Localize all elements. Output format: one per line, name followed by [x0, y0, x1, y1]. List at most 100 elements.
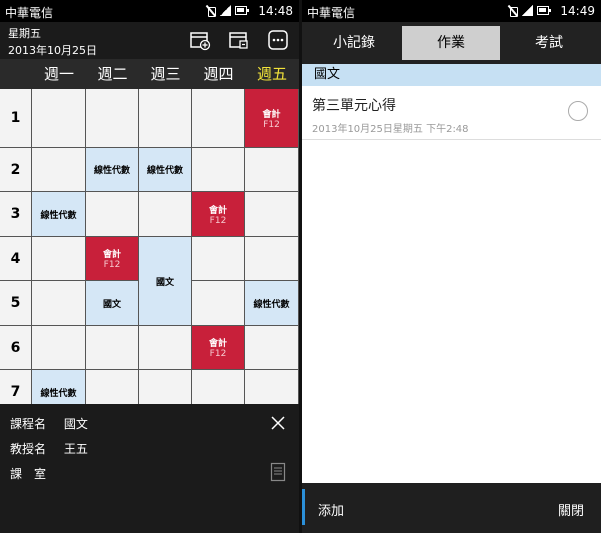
timetable-corner [0, 59, 32, 89]
signal-icon [220, 5, 231, 16]
timetable-empty-cell[interactable] [245, 237, 299, 281]
course-event[interactable]: 會計 F12 [192, 192, 245, 237]
vibrate-off-icon [205, 5, 217, 17]
timetable-empty-cell[interactable] [192, 237, 245, 281]
timetable-empty-cell[interactable] [32, 281, 86, 326]
course-event-room: F12 [103, 260, 121, 270]
day-header: 週二 [86, 59, 139, 89]
course-event-name: 會計 [208, 339, 227, 349]
battery-icon [537, 6, 551, 15]
timetable-empty-cell[interactable] [192, 370, 245, 404]
course-name-row: 課程名 國文 [10, 415, 88, 432]
timetable-empty-cell[interactable] [86, 89, 139, 148]
carrier-name: 中華電信 [5, 6, 54, 20]
complete-radio[interactable] [568, 101, 588, 121]
homework-timestamp: 2013年10月25日星期五 下午2:48 [312, 124, 469, 135]
day-header: 週一 [32, 59, 86, 89]
course-event-name: 線性代數 [93, 166, 130, 176]
homework-item[interactable]: 第三單元心得 2013年10月25日星期五 下午2:48 [302, 86, 601, 140]
period-number: 7 [0, 370, 32, 404]
close-button[interactable]: 關閉 [558, 500, 584, 519]
add-course-icon[interactable] [189, 29, 211, 51]
status-bar: 中華電信 14:48 [0, 0, 299, 22]
timetable-empty-cell[interactable] [245, 326, 299, 370]
action-bar: 添加 關閉 [302, 483, 601, 533]
day-header: 週四 [192, 59, 245, 89]
course-event-name: 國文 [155, 277, 174, 288]
status-time: 14:49 [560, 4, 595, 18]
timetable-empty-cell[interactable] [139, 89, 192, 148]
timetable-empty-cell[interactable] [139, 370, 192, 404]
course-event-room: F12 [263, 119, 280, 130]
teacher-name-row: 教授名 王五 [10, 440, 88, 457]
period-number: 2 [0, 148, 32, 192]
period-number: 4 [0, 237, 32, 281]
period-number: 5 [0, 281, 32, 326]
timetable-empty-cell[interactable] [32, 237, 86, 281]
course-event[interactable]: 會計 F12 [245, 89, 299, 148]
more-options-icon[interactable] [267, 29, 289, 51]
course-event[interactable]: 線性代數 [245, 281, 299, 326]
category-tabs: 小記錄 作業 考試 [302, 22, 601, 64]
period-number: 3 [0, 192, 32, 237]
teacher-name-label: 教授名 [10, 442, 47, 456]
timetable-empty-cell[interactable] [245, 192, 299, 237]
day-header: 週五 [245, 59, 299, 89]
timetable-empty-cell[interactable] [86, 326, 139, 370]
course-event-name: 會計 [262, 109, 281, 120]
carrier-name: 中華電信 [307, 6, 356, 20]
timetable-empty-cell[interactable] [192, 89, 245, 148]
close-icon[interactable] [270, 415, 286, 431]
timetable-grid: 週一 週二 週三 週四 週五 1 2 3 4 5 6 7 會計 F12 線性代數 線性代數 線性代數 會計 F12 會… [0, 59, 299, 404]
timetable-header: 星期五 2013年10月25日 [0, 22, 299, 59]
course-event-room: F12 [209, 215, 227, 226]
teacher-name-value: 王五 [63, 442, 88, 456]
course-event-room: F12 [209, 349, 227, 359]
timetable-empty-cell[interactable] [86, 370, 139, 404]
timetable-empty-cell[interactable] [192, 281, 245, 326]
battery-icon [235, 6, 249, 15]
current-weekday: 星期五 [8, 27, 41, 40]
signal-icon [522, 5, 533, 16]
timetable-empty-cell[interactable] [32, 326, 86, 370]
edit-timetable-icon[interactable] [228, 29, 250, 51]
vibrate-off-icon [507, 5, 519, 17]
timetable-empty-cell[interactable] [32, 89, 86, 148]
timetable-empty-cell[interactable] [245, 370, 299, 404]
classroom-label: 課 室 [10, 467, 47, 481]
tab-exams[interactable]: 考試 [500, 26, 598, 60]
course-event[interactable]: 國文 [139, 237, 192, 326]
timetable-empty-cell[interactable] [86, 192, 139, 237]
course-event-name: 會計 [102, 250, 121, 260]
course-section-header: 國文 [302, 64, 601, 86]
course-event[interactable]: 會計 F12 [86, 237, 139, 281]
timetable-empty-cell[interactable] [139, 192, 192, 237]
timetable-screen: 中華電信 14:48 星期五 2013年10月25日 週一 週二 週三 週四 週五 1 2 3… [0, 0, 299, 533]
timetable-empty-cell[interactable] [192, 148, 245, 192]
period-number: 1 [0, 89, 32, 148]
course-name-label: 課程名 [10, 417, 47, 431]
course-event[interactable]: 會計 F12 [192, 326, 245, 370]
course-event[interactable]: 國文 [86, 281, 139, 326]
course-event-name: 會計 [208, 205, 227, 216]
timetable-empty-cell[interactable] [245, 148, 299, 192]
timetable-empty-cell[interactable] [139, 326, 192, 370]
course-event[interactable]: 線性代數 [139, 148, 192, 192]
status-time: 14:48 [258, 4, 293, 18]
footer-accent [302, 489, 305, 525]
tab-notes[interactable]: 小記錄 [306, 26, 402, 60]
notes-icon[interactable] [270, 462, 286, 482]
course-event-name: 線性代數 [40, 210, 77, 221]
tab-homework[interactable]: 作業 [402, 26, 500, 60]
course-event-name: 國文 [102, 299, 121, 310]
course-event[interactable]: 線性代數 [32, 192, 86, 237]
current-date: 2013年10月25日 [8, 44, 97, 57]
classroom-row: 課 室 [10, 465, 60, 482]
course-event[interactable]: 線性代數 [86, 148, 139, 192]
timetable-empty-cell[interactable] [32, 148, 86, 192]
add-button[interactable]: 添加 [318, 500, 344, 519]
course-event-name: 線性代數 [40, 388, 77, 399]
status-bar: 中華電信 14:49 [302, 0, 601, 22]
course-event[interactable]: 線性代數 [32, 370, 86, 404]
course-event-name: 線性代數 [253, 299, 290, 310]
